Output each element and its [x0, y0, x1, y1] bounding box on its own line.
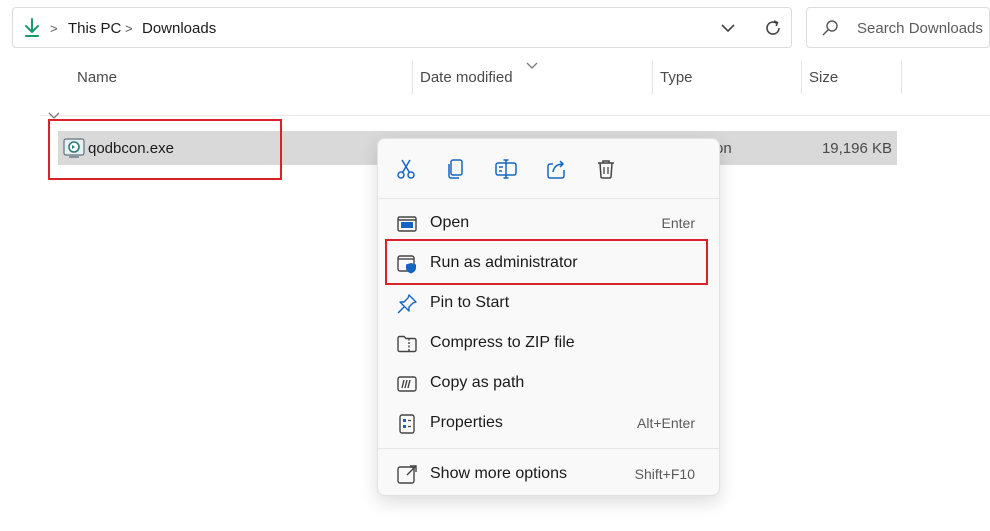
menu-item-copy-as-path[interactable]: Copy as path: [386, 365, 711, 401]
menu-item-label: Compress to ZIP file: [430, 334, 575, 351]
column-divider[interactable]: [652, 61, 653, 94]
copy-icon[interactable]: [444, 157, 468, 181]
menu-divider: [378, 198, 719, 199]
context-menu: Open Enter Run as administrator Pin to S…: [377, 138, 720, 496]
sort-indicator-icon: [525, 58, 539, 76]
cut-icon[interactable]: [394, 157, 418, 181]
menu-item-properties[interactable]: Properties Alt+Enter: [386, 405, 711, 441]
open-window-icon: [396, 213, 418, 235]
search-box[interactable]: Search Downloads: [806, 7, 990, 48]
zip-folder-icon: [396, 333, 418, 355]
properties-icon: [396, 413, 418, 435]
breadcrumb-separator: >: [125, 21, 133, 36]
column-header-name[interactable]: Name: [77, 69, 117, 86]
search-icon: [821, 19, 839, 42]
more-options-icon: [396, 464, 418, 486]
breadcrumb-this-pc[interactable]: This PC: [68, 20, 121, 37]
pin-icon: [396, 293, 418, 315]
menu-item-label: Pin to Start: [430, 294, 510, 311]
download-arrow-icon: [24, 18, 40, 43]
menu-item-label: Show more options: [430, 465, 567, 482]
menu-item-show-more-options[interactable]: Show more options Shift+F10: [386, 456, 711, 492]
menu-item-compress-to-zip[interactable]: Compress to ZIP file: [386, 325, 711, 361]
menu-item-label: Copy as path: [430, 374, 525, 391]
column-divider[interactable]: [801, 61, 802, 94]
highlight-box-file: [48, 119, 282, 180]
chevron-down-icon[interactable]: [720, 21, 736, 39]
delete-icon[interactable]: [594, 157, 618, 181]
copy-path-icon: [396, 373, 418, 395]
refresh-icon[interactable]: [763, 18, 783, 43]
header-separator: [40, 115, 990, 116]
address-bar[interactable]: > This PC > Downloads: [12, 7, 792, 48]
menu-item-pin-to-start[interactable]: Pin to Start: [386, 285, 711, 321]
column-divider[interactable]: [412, 61, 413, 94]
breadcrumb-separator: >: [50, 21, 58, 36]
rename-icon[interactable]: [494, 157, 518, 181]
share-icon[interactable]: [544, 157, 568, 181]
column-header-date-modified[interactable]: Date modified: [420, 69, 513, 86]
file-size: 19,196 KB: [821, 140, 892, 157]
column-header-size[interactable]: Size: [809, 69, 838, 86]
menu-item-label: Properties: [430, 414, 503, 431]
menu-item-shortcut: Shift+F10: [634, 466, 695, 482]
menu-divider: [378, 448, 719, 449]
menu-item-label: Open: [430, 214, 470, 231]
breadcrumb-downloads[interactable]: Downloads: [142, 20, 216, 37]
menu-item-shortcut: Alt+Enter: [637, 415, 695, 431]
menu-item-open[interactable]: Open Enter: [386, 205, 711, 241]
menu-item-shortcut: Enter: [661, 215, 695, 231]
highlight-box-run-as-administrator: [385, 239, 708, 285]
column-divider[interactable]: [901, 61, 902, 94]
column-header-type[interactable]: Type: [660, 69, 693, 86]
search-placeholder: Search Downloads: [857, 20, 983, 37]
